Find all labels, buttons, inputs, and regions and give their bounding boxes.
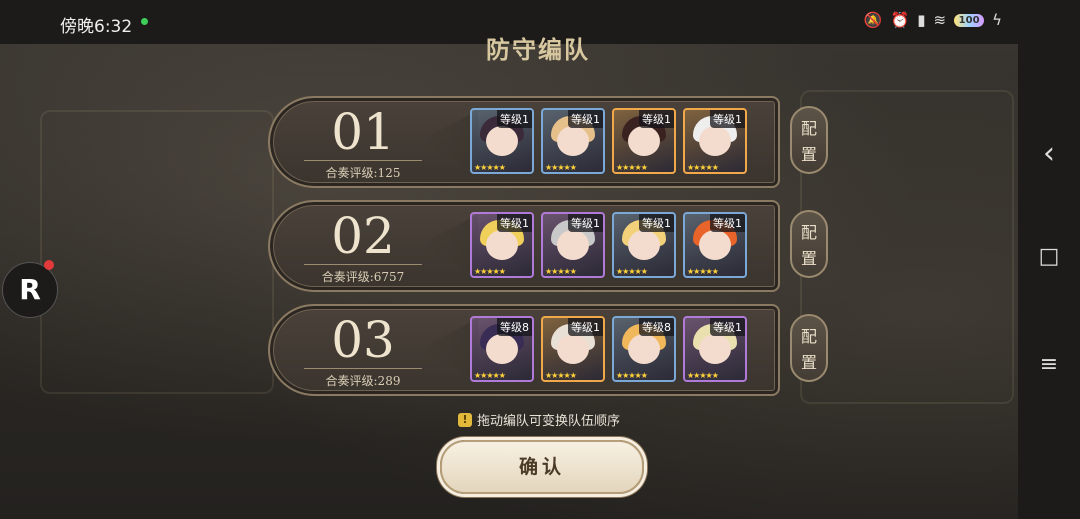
character-portrait[interactable]: 等级1 ★★★★★: [683, 212, 747, 278]
notification-dot: [141, 18, 148, 25]
confirm-button[interactable]: 确认: [440, 440, 644, 494]
configure-char: 置: [800, 145, 817, 164]
character-face: [699, 126, 731, 156]
drag-hint: ! 拖动编队可变换队伍顺序: [458, 410, 620, 429]
configure-char: 配: [800, 223, 817, 242]
star-rating-icon: ★★★★★: [545, 163, 577, 172]
star-rating-icon: ★★★★★: [687, 371, 719, 380]
character-face: [628, 126, 660, 156]
configure-button[interactable]: 配置: [790, 314, 828, 382]
character-level: 等级8: [639, 318, 674, 336]
character-portrait[interactable]: 等级1 ★★★★★: [541, 316, 605, 382]
character-level: 等级1: [639, 214, 674, 232]
character-level: 等级1: [710, 110, 745, 128]
floating-badge-dot: [44, 260, 54, 270]
character-face: [486, 126, 518, 156]
team-row[interactable]: 01 合奏评级:125 等级1 ★★★★★ 等级1 ★★★★★ 等级1 ★★★★★ 等级1 ★★★…: [268, 96, 780, 188]
star-rating-icon: ★★★★★: [474, 371, 506, 380]
team-score: 合奏评级:125: [325, 166, 401, 180]
floating-r-button[interactable]: R: [2, 262, 58, 318]
team-portraits: 等级1 ★★★★★ 等级1 ★★★★★ 等级1 ★★★★★ 等级1 ★★★★★: [470, 212, 747, 278]
character-face: [486, 334, 518, 364]
hint-text: 拖动编队可变换队伍顺序: [477, 414, 621, 429]
character-level: 等级1: [568, 318, 603, 336]
team-portraits: 等级1 ★★★★★ 等级1 ★★★★★ 等级1 ★★★★★ 等级1 ★★★★★: [470, 108, 747, 174]
character-level: 等级1: [710, 214, 745, 232]
team-number-box: 01 合奏评级:125: [298, 104, 428, 180]
configure-char: 配: [800, 119, 817, 138]
home-button[interactable]: □: [1018, 244, 1080, 269]
character-portrait[interactable]: 等级1 ★★★★★: [541, 212, 605, 278]
star-rating-icon: ★★★★★: [545, 267, 577, 276]
character-portrait[interactable]: 等级1 ★★★★★: [683, 108, 747, 174]
battery-icon: 100: [954, 13, 985, 27]
character-face: [628, 230, 660, 260]
charging-icon: ϟ: [992, 11, 1002, 29]
character-level: 等级1: [710, 318, 745, 336]
character-portrait[interactable]: 等级8 ★★★★★: [612, 316, 676, 382]
character-face: [557, 334, 589, 364]
character-portrait[interactable]: 等级1 ★★★★★: [612, 108, 676, 174]
star-rating-icon: ★★★★★: [616, 163, 648, 172]
menu-button[interactable]: ≡: [1018, 352, 1080, 377]
status-icons: 🔕 ⏰ ▮ ≋ 100 ϟ: [864, 11, 1002, 29]
character-portrait[interactable]: 等级8 ★★★★★: [470, 316, 534, 382]
wifi-icon: ≋: [933, 11, 947, 29]
star-rating-icon: ★★★★★: [474, 267, 506, 276]
character-portrait[interactable]: 等级1 ★★★★★: [541, 108, 605, 174]
team-number: 02: [331, 207, 395, 265]
character-face: [557, 126, 589, 156]
character-portrait[interactable]: 等级1 ★★★★★: [683, 316, 747, 382]
background-panel: [800, 90, 1014, 404]
background-panel: [40, 110, 274, 394]
character-level: 等级1: [568, 110, 603, 128]
configure-char: 置: [800, 249, 817, 268]
team-number-box: 03 合奏评级:289: [298, 312, 428, 388]
mute-icon: 🔕: [863, 11, 883, 29]
character-portrait[interactable]: 等级1 ★★★★★: [470, 108, 534, 174]
character-face: [557, 230, 589, 260]
character-portrait[interactable]: 等级1 ★★★★★: [612, 212, 676, 278]
character-level: 等级1: [639, 110, 674, 128]
star-rating-icon: ★★★★★: [545, 371, 577, 380]
star-rating-icon: ★★★★★: [616, 371, 648, 380]
hint-icon: !: [458, 412, 472, 427]
configure-button[interactable]: 配置: [790, 106, 828, 174]
star-rating-icon: ★★★★★: [474, 163, 506, 172]
star-rating-icon: ★★★★★: [687, 267, 719, 276]
character-level: 等级8: [497, 318, 532, 336]
page-title: 防守编队: [486, 35, 590, 64]
character-portrait[interactable]: 等级1 ★★★★★: [470, 212, 534, 278]
character-level: 等级1: [497, 110, 532, 128]
character-level: 等级1: [497, 214, 532, 232]
team-row[interactable]: 02 合奏评级:6757 等级1 ★★★★★ 等级1 ★★★★★ 等级1 ★★★★★ 等级1 ★★…: [268, 200, 780, 292]
team-number: 01: [331, 103, 395, 161]
status-time: 傍晚6:32: [60, 17, 133, 37]
alarm-icon: ⏰: [890, 11, 910, 29]
team-score: 合奏评级:289: [325, 374, 401, 388]
configure-char: 置: [800, 353, 817, 372]
system-nav-bar: ‹ □ ≡: [1018, 44, 1080, 519]
character-face: [699, 334, 731, 364]
team-score: 合奏评级:6757: [321, 270, 405, 284]
character-level: 等级1: [568, 214, 603, 232]
team-number-box: 02 合奏评级:6757: [298, 208, 428, 284]
team-portraits: 等级8 ★★★★★ 等级1 ★★★★★ 等级8 ★★★★★ 等级1 ★★★★★: [470, 316, 747, 382]
team-row[interactable]: 03 合奏评级:289 等级8 ★★★★★ 等级1 ★★★★★ 等级8 ★★★★★ 等级1 ★★★…: [268, 304, 780, 396]
configure-char: 配: [800, 327, 817, 346]
team-number: 03: [331, 311, 395, 369]
character-face: [699, 230, 731, 260]
star-rating-icon: ★★★★★: [687, 163, 719, 172]
back-button[interactable]: ‹: [1018, 136, 1080, 171]
signal-icon: ▮: [917, 11, 926, 29]
star-rating-icon: ★★★★★: [616, 267, 648, 276]
configure-button[interactable]: 配置: [790, 210, 828, 278]
character-face: [486, 230, 518, 260]
character-face: [628, 334, 660, 364]
